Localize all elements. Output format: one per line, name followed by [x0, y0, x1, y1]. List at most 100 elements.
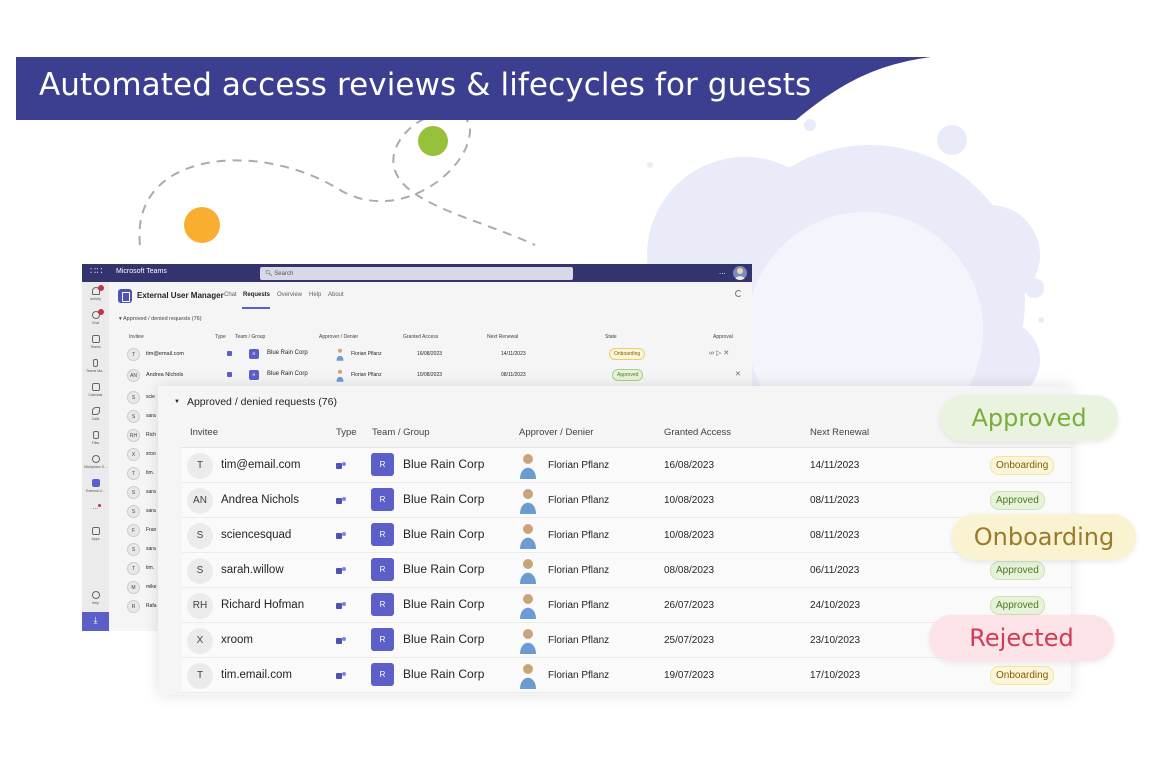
- section-toggle[interactable]: ▾︎ Approved / denied requests (76): [119, 316, 202, 322]
- column-team[interactable]: Team / Group: [235, 334, 265, 340]
- team-name: Blue Rain Corp: [403, 562, 485, 576]
- avatar: T: [187, 453, 213, 479]
- rail-chat[interactable]: Chat: [82, 308, 109, 332]
- column-invitee[interactable]: Invitee: [129, 334, 144, 340]
- waffle-icon[interactable]: ∷∷: [90, 266, 103, 277]
- column-invitee[interactable]: Invitee: [190, 427, 218, 438]
- table-row[interactable]: RH Richard Hofman R Blue Rain Corp Flori…: [182, 588, 1071, 623]
- column-granted[interactable]: Granted Access: [403, 334, 438, 340]
- avatar: T: [127, 348, 140, 361]
- team-avatar: R: [371, 663, 394, 686]
- rail-activity[interactable]: Activity: [82, 284, 109, 308]
- column-granted[interactable]: Granted Access: [664, 427, 731, 438]
- rail-apps[interactable]: Apps: [82, 524, 109, 548]
- next-renewal: 17/10/2023: [810, 670, 861, 681]
- team-name: Blue Rain Corp: [403, 492, 485, 506]
- rail-help[interactable]: Help: [82, 588, 109, 612]
- invitee-name: sara: [146, 546, 156, 552]
- team-avatar: R: [249, 370, 259, 380]
- rail-external-user[interactable]: External U...: [82, 476, 109, 500]
- teams-title-bar: ∷∷ Microsoft Teams 🔍︎ Search ...: [82, 264, 752, 282]
- teams-type-icon: [336, 672, 346, 679]
- tab-chat[interactable]: Chat: [224, 292, 237, 298]
- invitee-name: Fran: [146, 527, 157, 533]
- next-renewal: 24/10/2023: [810, 600, 861, 611]
- section-toggle[interactable]: ▼︎ Approved / denied requests (76): [174, 396, 337, 408]
- more-icon[interactable]: ...: [719, 267, 726, 276]
- avatar: X: [187, 628, 213, 654]
- refresh-icon[interactable]: [735, 290, 742, 297]
- row-actions[interactable]: ∞▷✕: [709, 349, 731, 357]
- teams-type-icon: [336, 637, 346, 644]
- table-row[interactable]: AN Andrea Nichols R Blue Rain Corp Flori…: [182, 483, 1071, 518]
- rail-calendar[interactable]: Calendar: [82, 380, 109, 404]
- avatar: S: [127, 543, 140, 556]
- teams-search-box[interactable]: 🔍︎ Search: [260, 267, 573, 280]
- table-row[interactable]: AN Andrea Nichols R Blue Rain Corp Flori…: [123, 365, 748, 386]
- invitee-name: sciencesquad: [221, 529, 292, 541]
- active-tab-indicator: [242, 307, 270, 309]
- table-row[interactable]: S sarah.willow R Blue Rain Corp Florian …: [182, 553, 1071, 588]
- tab-about[interactable]: About: [328, 292, 344, 298]
- teams-app-rail: Activity Chat Teams Teams Ma... Calendar…: [82, 282, 109, 631]
- rail-more[interactable]: ...: [82, 500, 109, 524]
- granted-access: 10/08/2023: [417, 372, 443, 378]
- row-actions[interactable]: ✕: [735, 370, 743, 378]
- close-icon: ✕: [735, 371, 743, 378]
- invitee-name: Andrea Nichols: [146, 372, 184, 378]
- table-row[interactable]: S sciencesquad R Blue Rain Corp Florian …: [182, 518, 1071, 553]
- phone-icon: [91, 407, 100, 415]
- rail-workplace[interactable]: Workplace S...: [82, 452, 109, 476]
- column-approver[interactable]: Approver / Denier: [319, 334, 358, 340]
- avatar: S: [127, 410, 140, 423]
- tab-overview[interactable]: Overview: [277, 292, 302, 298]
- notification-badge: [98, 285, 104, 291]
- column-renewal[interactable]: Next Renewal: [810, 427, 869, 438]
- invitee-name: mike: [146, 584, 157, 590]
- column-team[interactable]: Team / Group: [372, 427, 430, 438]
- team-avatar: R: [249, 349, 259, 359]
- invitee-name: Richard Hofman: [221, 599, 305, 611]
- approver-name: Florian Pflanz: [548, 635, 610, 646]
- approver-photo: [520, 524, 536, 549]
- table-row[interactable]: T tim@email.com R Blue Rain Corp Florian…: [123, 344, 748, 365]
- rail-teams-manager[interactable]: Teams Ma...: [82, 356, 109, 380]
- column-renewal[interactable]: Next Renewal: [487, 334, 518, 340]
- column-type[interactable]: Type: [336, 427, 357, 438]
- avatar: RH: [127, 429, 140, 442]
- avatar: AN: [187, 488, 213, 514]
- column-state[interactable]: State: [605, 334, 617, 340]
- next-renewal: 14/11/2023: [810, 460, 860, 471]
- team-name: Blue Rain Corp: [403, 667, 485, 681]
- next-renewal: 14/11/2023: [501, 351, 526, 357]
- invitee-name: scie: [146, 394, 155, 400]
- rail-calls[interactable]: Calls: [82, 404, 109, 428]
- teams-type-icon: [227, 372, 232, 377]
- avatar: R: [127, 600, 140, 613]
- table-row[interactable]: T tim@email.com R Blue Rain Corp Florian…: [182, 448, 1071, 483]
- avatar: X: [127, 448, 140, 461]
- invitee-name: Rafa: [146, 603, 157, 609]
- team-avatar: R: [371, 523, 394, 546]
- column-approver[interactable]: Approver / Denier: [519, 427, 593, 438]
- approver-name: Florian Pflanz: [548, 565, 610, 576]
- approver-name: Florian Pflanz: [548, 495, 610, 506]
- external-user-icon: [91, 479, 100, 487]
- rail-teams[interactable]: Teams: [82, 332, 109, 356]
- rail-files[interactable]: Files: [82, 428, 109, 452]
- column-approval[interactable]: Approval: [713, 334, 733, 340]
- download-icon[interactable]: ⤓: [82, 612, 109, 631]
- teams-type-icon: [336, 462, 346, 469]
- column-type[interactable]: Type: [215, 334, 226, 340]
- workplace-icon: [91, 455, 100, 463]
- headline-title: Automated access reviews & lifecycles fo…: [39, 67, 812, 103]
- granted-access: 16/08/2023: [664, 460, 715, 471]
- tab-help[interactable]: Help: [309, 292, 321, 298]
- invitee-name: sara: [146, 489, 156, 495]
- tab-requests[interactable]: Requests: [243, 292, 270, 298]
- user-avatar[interactable]: [733, 266, 747, 280]
- next-renewal: 08/11/2023: [810, 530, 860, 541]
- team-name: Blue Rain Corp: [403, 632, 485, 646]
- teams-type-icon: [227, 351, 232, 356]
- table-row[interactable]: T tim.email.com R Blue Rain Corp Florian…: [182, 658, 1071, 693]
